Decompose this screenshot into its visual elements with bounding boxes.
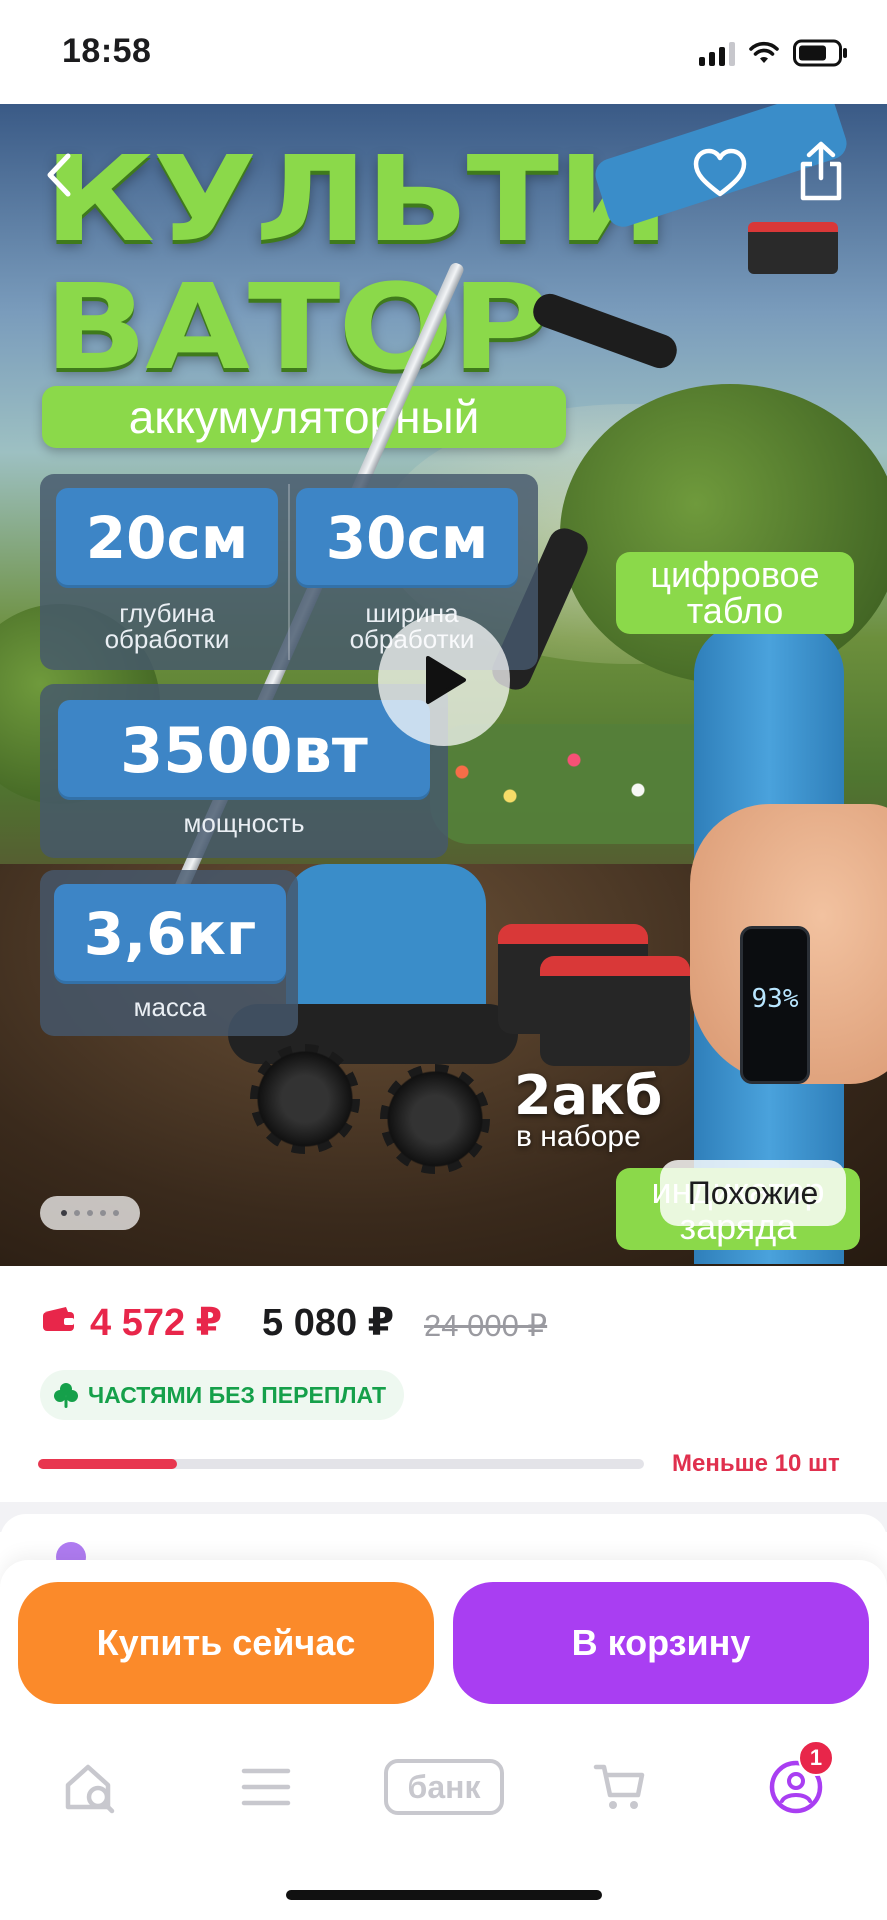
batteries-caption: в наборе [516,1120,641,1153]
favorite-button[interactable] [692,146,748,202]
stock-progress-fill [38,1459,178,1469]
gallery-dot [74,1210,80,1216]
buy-now-button[interactable]: Купить сейчас [18,1582,434,1704]
play-video-button[interactable] [378,614,510,746]
gallery-page-indicator [40,1196,140,1230]
tab-catalog[interactable] [226,1752,306,1822]
old-price: 24 000 ₽ [424,1308,548,1343]
cultivator-handle [528,289,682,373]
tab-cart[interactable] [580,1752,660,1822]
status-icons [699,38,849,68]
share-button[interactable] [796,140,846,204]
charge-display-reading: 93% [751,984,799,1014]
wifi-icon [749,41,779,63]
spec-power-caption: мощность [183,808,305,838]
spec-weight-caption: масса [133,992,207,1022]
stock-progress-bar [38,1459,644,1469]
profile-notification-badge: 1 [798,1740,834,1776]
cultivator-battery [748,222,838,274]
gallery-dot [113,1210,119,1216]
wallet-icon [43,1307,74,1331]
menu-icon [241,1768,291,1806]
spec-depth-value: 20см [56,488,278,588]
gallery-dot [100,1210,106,1216]
spec-depth-caption: глубина обработки [104,598,230,654]
similar-products-button[interactable]: Похожие [660,1160,846,1226]
chevron-left-icon [47,153,71,197]
spec-width-value: 30см [296,488,518,588]
home-indicator[interactable] [286,1890,602,1900]
bank-label: банк [384,1759,504,1815]
share-icon [800,141,842,201]
cellular-signal-icon [699,40,735,66]
cart-icon [593,1764,645,1809]
price: 5 080 ₽ [262,1302,395,1344]
gallery-dot [87,1210,93,1216]
installments-badge[interactable]: ЧАСТЯМИ БЕЗ ПЕРЕПЛАТ [40,1370,405,1420]
promo-subtitle: аккумуляторный [42,386,566,448]
installments-label: ЧАСТЯМИ БЕЗ ПЕРЕПЛАТ [88,1381,387,1408]
battery-icon [793,39,847,67]
home-search-icon [65,1764,115,1814]
status-time: 18:58 [62,32,152,70]
add-to-cart-button[interactable]: В корзину [453,1582,869,1704]
tab-bank[interactable]: банк [382,1752,506,1822]
promo-title-line-1: КУЛЬТИ [44,130,670,268]
promo-title-line-2: ВАТОР [44,258,551,396]
cultivator-tine [380,1064,490,1174]
tab-home-search[interactable] [50,1752,130,1822]
play-icon [426,656,466,704]
gallery-dot [61,1210,67,1216]
batteries-count: 2акб [514,1064,663,1127]
spare-battery [540,956,690,1066]
status-bar: 18:58 [0,0,887,104]
cultivator-tine [250,1044,360,1154]
back-button[interactable] [40,150,80,200]
heart-icon [693,148,747,197]
product-image-gallery[interactable]: КУЛЬТИ ВАТОР аккумуляторный 93% 20см глу… [0,104,887,1266]
stock-status: Меньше 10 шт [672,1450,840,1477]
card-price: 4 572 ₽ [90,1302,223,1344]
feature-digital-display: цифровое табло [616,552,854,634]
spec-power-value: 3500вт [58,700,430,800]
spec-weight-value: 3,6кг [54,884,286,984]
clover-icon [54,1383,78,1408]
